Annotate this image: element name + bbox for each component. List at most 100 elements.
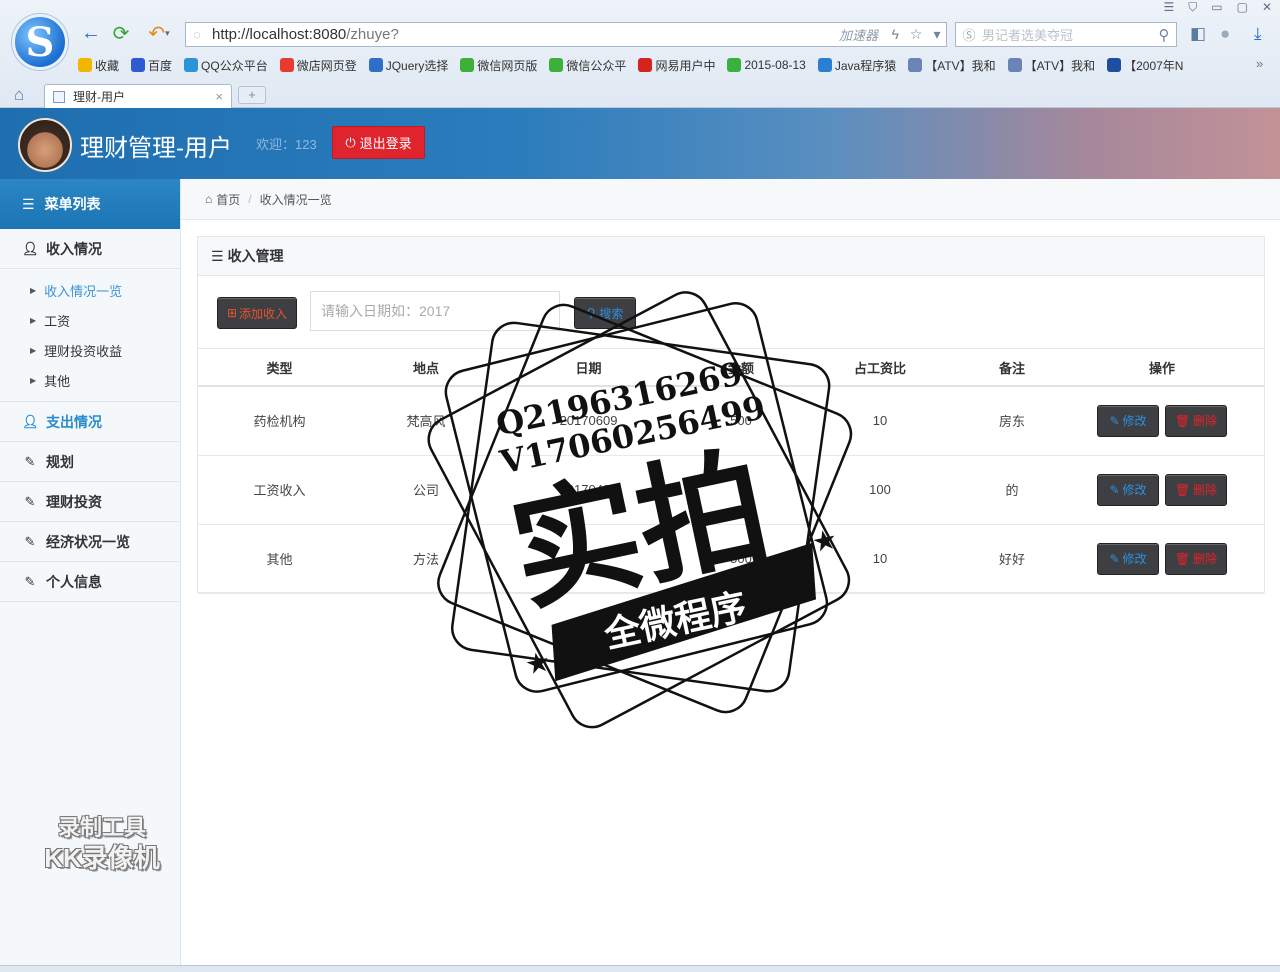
accelerator-label[interactable]: 加速器 — [839, 25, 878, 44]
bookmark-item[interactable]: 【ATV】我和 — [908, 56, 996, 74]
trash-icon: 🗑︎ — [1174, 551, 1191, 566]
bo-icon — [1107, 58, 1122, 72]
menu-list-header: ☰ 菜单列表 — [0, 179, 180, 229]
sidebar-subitem-investment-income[interactable]: ▶ 理财投资收益 — [0, 335, 180, 365]
recorder-watermark: 录制工具 KK录像机 — [44, 815, 160, 873]
close-tab-icon[interactable]: × — [215, 89, 223, 104]
lightning-icon[interactable]: ϟ — [891, 26, 898, 43]
tab-strip: ⌂ 理财-用户 × + — [0, 82, 1280, 108]
list-icon: ☰ — [211, 247, 224, 264]
address-url[interactable]: http://localhost:8080/zhuye? — [208, 26, 839, 43]
table-cell: 好好 — [964, 524, 1060, 594]
skin-icon[interactable]: ⛉ — [1188, 0, 1197, 15]
sidebar-subitem-salary[interactable]: ▶ 工资 — [0, 305, 180, 335]
netease-icon — [638, 58, 653, 72]
breadcrumb-current: 收入情况一览 — [259, 192, 332, 207]
search-input[interactable]: 男记者选美夺冠 — [982, 25, 1152, 44]
sidebar-subitem-other[interactable]: ▶ 其他 — [0, 365, 180, 395]
edit-button[interactable]: ✎ 修改 — [1097, 473, 1159, 506]
breadcrumb: ⌂ 首页 / 收入情况一览 — [181, 179, 1280, 220]
extension-icon[interactable]: ◧ — [1190, 24, 1206, 44]
logout-button[interactable]: ⏻ 退出登录 — [332, 126, 425, 159]
undo-icon[interactable]: ↶ ▾ — [142, 22, 176, 45]
sidebar-item-investment[interactable]: ✎ 理财投资 — [0, 482, 180, 522]
income-panel: ☰ 收入管理 ⊞ 添加收入 请输入日期如：2017 ⚲ 搜索 类型 地点 日期 金额… — [197, 236, 1265, 594]
delete-button[interactable]: 🗑︎ 删除 — [1165, 404, 1227, 437]
sidebar-item-planning[interactable]: ✎ 规划 — [0, 442, 180, 482]
new-tab-button[interactable]: + — [238, 86, 266, 104]
actions-cell: ✎ 修改 🗑︎ 删除 — [1060, 455, 1264, 525]
trash-icon: 🗑︎ — [1174, 482, 1191, 497]
close-window-icon[interactable]: ✕ — [1262, 0, 1272, 15]
favorite-star-icon[interactable]: ☆ — [910, 26, 923, 43]
home-icon[interactable]: ⌂ — [14, 85, 24, 105]
status-bar — [0, 965, 1280, 972]
bookmark-item[interactable]: 【ATV】我和 — [1007, 56, 1095, 74]
menu-icon[interactable]: ☰ — [1163, 0, 1174, 15]
sidebar-subitem-income-overview[interactable]: ▶ 收入情况一览 — [0, 275, 180, 305]
jquery-icon — [368, 58, 383, 72]
refresh-icon[interactable]: ⟳ — [110, 22, 132, 45]
search-icon[interactable]: ⚲ — [1152, 26, 1176, 44]
browser-logo-icon[interactable]: S — [12, 14, 68, 70]
delete-button[interactable]: 🗑︎ 删除 — [1165, 542, 1227, 575]
edit-button[interactable]: ✎ 修改 — [1097, 542, 1159, 575]
qq-icon — [184, 58, 199, 72]
col-actions: 操作 — [1060, 350, 1264, 387]
bookmark-item[interactable]: Java程序猿 — [817, 56, 896, 74]
search-bar[interactable]: Ⓢ 男记者选美夺冠 ⚲ — [955, 22, 1177, 47]
sidebar-item-expense[interactable]: 👤︎ 支出情况 — [0, 402, 180, 442]
add-icon: ⊞ — [226, 306, 238, 320]
bookmark-item[interactable]: 百度 — [131, 56, 172, 74]
address-bar[interactable]: ◌ http://localhost:8080/zhuye? 加速器 ϟ ☆ ▾ — [185, 22, 947, 47]
panel-header: ☰ 收入管理 — [198, 237, 1264, 276]
sidebar-item-income[interactable]: 👤︎ 收入情况 — [0, 229, 180, 269]
more-bookmarks-icon[interactable]: » — [1256, 56, 1263, 71]
search-engine-icon[interactable]: Ⓢ — [956, 25, 982, 44]
delete-button[interactable]: 🗑︎ 删除 — [1165, 473, 1227, 506]
bookmark-item[interactable]: 微店网页登 — [279, 56, 357, 74]
minimize-icon[interactable]: ▭ — [1211, 0, 1222, 15]
star-icon — [78, 58, 92, 72]
actions-cell: ✎ 修改 🗑︎ 删除 — [1060, 524, 1264, 594]
table-cell: 500 — [686, 524, 796, 594]
tab-active[interactable]: 理财-用户 × — [44, 84, 232, 108]
play-icon — [727, 58, 742, 72]
bookmark-item[interactable]: JQuery选择 — [368, 56, 448, 74]
bookmark-item[interactable]: 微信公众平 — [549, 56, 626, 74]
add-income-button[interactable]: ⊞ 添加收入 — [217, 297, 297, 329]
atv-icon — [1007, 58, 1022, 72]
caret-right-icon: ▶ — [30, 315, 37, 325]
table-cell: 梵高风 — [361, 386, 491, 456]
search-button[interactable]: ⚲ 搜索 — [574, 297, 636, 329]
sidebar-item-profile[interactable]: ✎ 个人信息 — [0, 562, 180, 602]
download-icon[interactable]: ⤓ — [1254, 24, 1262, 44]
table-cell: 公司 — [361, 455, 491, 525]
star-icon: ★ — [522, 645, 553, 681]
edit-button[interactable]: ✎ 修改 — [1097, 404, 1159, 437]
cloud-icon[interactable]: ● — [1220, 24, 1230, 44]
edit-icon: ✎ — [24, 533, 36, 549]
bookmark-item[interactable]: 2015-08-13 — [727, 56, 806, 74]
bookmark-item[interactable]: QQ公众平台 — [184, 56, 268, 74]
breadcrumb-home[interactable]: 首页 — [216, 191, 240, 208]
dropdown-icon[interactable]: ▾ — [933, 26, 940, 43]
bookmark-item[interactable]: 收藏 — [78, 56, 119, 74]
bookmark-item[interactable]: 网易用户中 — [638, 56, 715, 74]
trash-icon: 🗑︎ — [1174, 413, 1191, 428]
sidebar-item-economy-overview[interactable]: ✎ 经济状况一览 — [0, 522, 180, 562]
table-cell: 10 — [796, 524, 964, 594]
list-icon: ☰ — [22, 195, 35, 212]
maximize-icon[interactable]: ▢ — [1237, 0, 1248, 15]
baidu-icon — [131, 58, 146, 72]
date-search-input[interactable]: 请输入日期如：2017 — [310, 291, 560, 331]
window-controls: ☰ ⛉ ▭ ▢ ✕ — [1163, 0, 1272, 15]
bookmark-item[interactable]: 【2007年N — [1107, 56, 1183, 74]
bookmarks-bar: 收藏 百度 QQ公众平台 微店网页登 JQuery选择 微信网页版 微信公众平 网易用户中 20… — [78, 56, 1195, 74]
bookmark-item[interactable]: 微信网页版 — [460, 56, 537, 74]
back-arrow-icon[interactable]: ← — [80, 22, 102, 44]
table-cell: 方法 — [361, 524, 491, 594]
edit-icon: ✎ — [24, 493, 36, 509]
caret-right-icon: ▶ — [30, 345, 37, 355]
power-icon: ⏻ — [345, 134, 356, 150]
